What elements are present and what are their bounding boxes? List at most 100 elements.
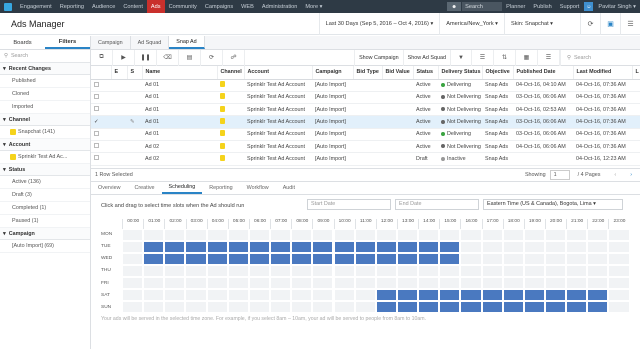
time-slot[interactable]: [333, 252, 355, 265]
time-slot[interactable]: [439, 301, 461, 314]
filter-icon[interactable]: ▼: [450, 49, 472, 66]
page-select[interactable]: 1: [549, 169, 570, 180]
column-header[interactable]: Last Modified: [573, 66, 633, 80]
user-menu[interactable]: Pavitar Singh ▾: [594, 0, 640, 13]
time-slot[interactable]: [545, 276, 567, 290]
row-checkbox[interactable]: [91, 79, 111, 92]
filter-item[interactable]: Paused (1): [0, 215, 90, 228]
time-slot[interactable]: [122, 301, 144, 314]
tab-snap-ad[interactable]: Snap Ad: [169, 36, 205, 49]
time-slot[interactable]: [460, 276, 482, 290]
time-slot[interactable]: [333, 264, 355, 277]
time-slot[interactable]: [185, 289, 207, 302]
row-checkbox[interactable]: [91, 140, 111, 154]
time-slot[interactable]: [333, 289, 355, 302]
time-slot[interactable]: [418, 301, 440, 314]
time-slot[interactable]: [312, 228, 334, 241]
nav-item-0[interactable]: Engagement: [16, 0, 56, 13]
filter-item[interactable]: Imported: [0, 101, 90, 114]
time-slot[interactable]: [523, 289, 545, 302]
row-checkbox[interactable]: [91, 152, 111, 166]
filter-item[interactable]: Sprinklr Test Ad Ac...: [0, 151, 90, 164]
time-slot[interactable]: [566, 228, 588, 241]
time-slot[interactable]: [206, 276, 228, 290]
nav-planner[interactable]: Planner: [502, 0, 529, 13]
time-slot[interactable]: [460, 240, 482, 253]
time-slot[interactable]: [354, 264, 376, 277]
time-slot[interactable]: [270, 264, 292, 277]
time-slot[interactable]: [291, 228, 313, 241]
detail-tab-workflow[interactable]: Workflow: [240, 182, 276, 194]
list-icon[interactable]: ☰: [538, 49, 560, 66]
time-slot[interactable]: [439, 264, 461, 277]
time-slot[interactable]: [481, 228, 503, 241]
filter-item[interactable]: Published: [0, 75, 90, 88]
time-slot[interactable]: [523, 228, 545, 241]
time-slot[interactable]: [375, 228, 397, 241]
time-slot[interactable]: [460, 252, 482, 265]
time-slot[interactable]: [418, 252, 440, 265]
time-slot[interactable]: [566, 301, 588, 314]
time-slot[interactable]: [460, 228, 482, 241]
time-slot[interactable]: [354, 252, 376, 265]
link-icon[interactable]: ☍: [223, 49, 245, 66]
time-slot[interactable]: [396, 276, 419, 290]
status-toggle-cell[interactable]: ✎: [127, 115, 142, 129]
time-slot[interactable]: [587, 276, 609, 290]
time-slot[interactable]: [291, 264, 313, 277]
filter-section-header[interactable]: ▾ Recent Changes: [0, 63, 90, 75]
detail-tab-scheduling[interactable]: Scheduling: [161, 182, 203, 194]
time-slot[interactable]: [481, 252, 503, 265]
end-date-input[interactable]: End Date: [395, 198, 479, 210]
time-slot[interactable]: [545, 228, 567, 241]
time-slot[interactable]: [354, 301, 376, 314]
time-slot[interactable]: [206, 240, 228, 253]
time-slot[interactable]: [396, 264, 419, 277]
time-slot[interactable]: [270, 228, 292, 241]
global-search[interactable]: Search: [462, 2, 503, 11]
status-toggle-cell[interactable]: [127, 91, 142, 105]
time-slot[interactable]: [248, 228, 271, 241]
nav-item-6[interactable]: Campaigns: [201, 0, 237, 13]
time-slot[interactable]: [185, 276, 207, 290]
time-slot[interactable]: [291, 289, 313, 302]
tab-boards[interactable]: Boards: [0, 36, 45, 49]
time-slot[interactable]: [354, 228, 376, 241]
show-campaign-button[interactable]: Show Campaign: [354, 49, 403, 66]
grid-icon[interactable]: ▦: [516, 49, 538, 66]
time-slot[interactable]: [143, 252, 165, 265]
nav-item-4[interactable]: Ads: [146, 0, 165, 13]
time-slot[interactable]: [418, 228, 440, 241]
play-icon[interactable]: ▶: [113, 49, 135, 66]
row-checkbox[interactable]: [91, 91, 111, 105]
pause-icon[interactable]: ❚❚: [135, 49, 157, 66]
time-slot[interactable]: [164, 276, 186, 290]
nav-item-7[interactable]: WEB: [237, 0, 258, 13]
refresh-icon[interactable]: ⟳: [580, 12, 600, 35]
time-slot[interactable]: [164, 240, 186, 253]
avatar[interactable]: ☺: [584, 2, 594, 11]
time-slot[interactable]: [481, 289, 503, 302]
time-slot[interactable]: [270, 276, 292, 290]
filter-section-header[interactable]: ▾ Channel: [0, 114, 90, 126]
time-slot[interactable]: [375, 289, 397, 302]
time-slot[interactable]: [333, 228, 355, 241]
time-slot[interactable]: [312, 240, 334, 253]
time-slot[interactable]: [396, 252, 419, 265]
time-slot[interactable]: [396, 301, 419, 314]
time-slot[interactable]: [418, 276, 440, 290]
time-slot[interactable]: [608, 289, 630, 302]
columns-icon[interactable]: ☰: [472, 49, 494, 66]
table-row[interactable]: Ad 01 Sprinklr Test Ad Account [Auto Impor…: [91, 128, 640, 141]
time-slot[interactable]: [502, 276, 524, 290]
time-slot[interactable]: [227, 228, 249, 241]
time-slot[interactable]: [608, 240, 630, 253]
time-slot[interactable]: [164, 228, 186, 241]
time-slot[interactable]: [418, 289, 440, 302]
column-header[interactable]: Delivery Status: [438, 66, 483, 80]
time-slot[interactable]: [312, 276, 334, 290]
time-slot[interactable]: [248, 289, 271, 302]
time-slot[interactable]: [608, 252, 630, 265]
time-slot[interactable]: [143, 228, 165, 241]
time-slot[interactable]: [333, 276, 355, 290]
